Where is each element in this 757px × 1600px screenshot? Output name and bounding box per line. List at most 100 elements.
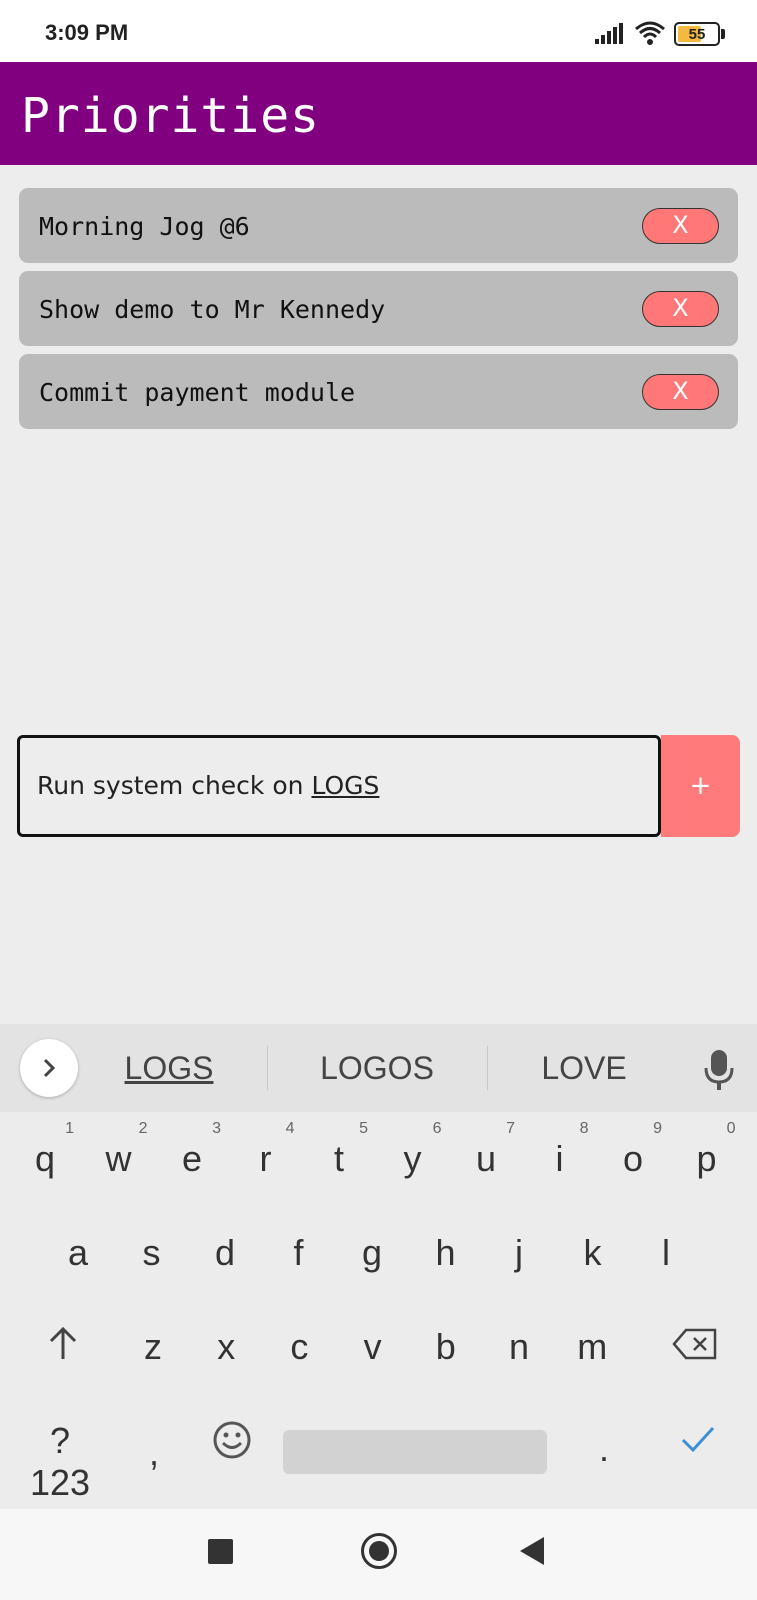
emoji-key[interactable] xyxy=(200,1394,264,1484)
done-key[interactable] xyxy=(666,1394,730,1484)
key-label: l xyxy=(662,1232,670,1273)
shift-key[interactable] xyxy=(38,1300,88,1390)
key-v[interactable]: v xyxy=(340,1300,406,1390)
key-label: m xyxy=(577,1326,608,1367)
delete-task-button[interactable]: X xyxy=(642,291,719,327)
suggestion-item[interactable]: LOVE xyxy=(494,1050,674,1087)
key-hint: 3 xyxy=(212,1120,221,1137)
task-item: Show demo to Mr Kennedy X xyxy=(19,271,738,346)
key-hint: 0 xyxy=(726,1120,736,1137)
key-hint: 6 xyxy=(432,1120,442,1137)
key-w[interactable]: w2 xyxy=(84,1112,154,1202)
key-o[interactable]: o9 xyxy=(598,1112,668,1202)
divider xyxy=(267,1046,268,1090)
key-label: f xyxy=(293,1232,304,1273)
key-label: n xyxy=(508,1326,530,1367)
key-a[interactable]: a xyxy=(45,1206,111,1296)
period-key[interactable]: . xyxy=(572,1394,636,1484)
divider xyxy=(487,1046,488,1090)
key-h[interactable]: h xyxy=(413,1206,479,1296)
key-k[interactable]: k xyxy=(560,1206,626,1296)
suggestion-item[interactable]: LOGS xyxy=(79,1050,259,1087)
status-time: 3:09 PM xyxy=(45,20,129,45)
app-bar: Priorities xyxy=(0,62,757,165)
key-c[interactable]: c xyxy=(266,1300,332,1390)
wifi-icon xyxy=(635,21,665,45)
key-label: p xyxy=(696,1138,717,1179)
space-bar[interactable] xyxy=(283,1430,547,1474)
key-label: y xyxy=(403,1138,422,1179)
key-label: k xyxy=(583,1232,602,1273)
task-item: Morning Jog @6 X xyxy=(19,188,738,263)
emoji-icon xyxy=(213,1421,251,1459)
key-l[interactable]: l xyxy=(633,1206,699,1296)
key-label: t xyxy=(333,1138,344,1179)
key-p[interactable]: p0 xyxy=(672,1112,742,1202)
chevron-right-icon xyxy=(43,1058,56,1078)
comma-key[interactable]: , xyxy=(122,1394,186,1484)
key-q[interactable]: q1 xyxy=(10,1112,80,1202)
navigation-bar xyxy=(0,1509,757,1600)
key-hint: 7 xyxy=(506,1120,515,1137)
key-m[interactable]: m xyxy=(559,1300,625,1390)
key-label: d xyxy=(214,1232,236,1273)
key-label: c xyxy=(290,1326,309,1367)
key-label: z xyxy=(144,1326,162,1367)
task-list: Morning Jog @6 X Show demo to Mr Kennedy… xyxy=(19,188,738,437)
key-x[interactable]: x xyxy=(193,1300,259,1390)
back-icon[interactable] xyxy=(520,1537,544,1565)
key-n[interactable]: n xyxy=(486,1300,552,1390)
key-t[interactable]: t5 xyxy=(304,1112,374,1202)
key-z[interactable]: z xyxy=(120,1300,186,1390)
key-label: h xyxy=(435,1232,456,1273)
key-e[interactable]: e3 xyxy=(157,1112,227,1202)
delete-task-button[interactable]: X xyxy=(642,374,719,410)
key-label: q xyxy=(34,1138,56,1179)
task-text: Show demo to Mr Kennedy xyxy=(39,295,386,324)
new-task-input[interactable]: Run system check on LOGS xyxy=(17,735,661,837)
recents-icon[interactable] xyxy=(208,1539,233,1564)
battery-icon: 55 xyxy=(674,22,726,46)
key-label: g xyxy=(361,1232,383,1273)
task-text: Commit payment module xyxy=(39,378,356,407)
period-key-label: . xyxy=(598,1428,609,1469)
key-label: w xyxy=(105,1138,132,1179)
key-hint: 9 xyxy=(653,1120,662,1137)
key-hint: 4 xyxy=(285,1120,295,1137)
add-task-button[interactable]: + xyxy=(661,735,740,837)
suggestion-bar: LOGS LOGOS LOVE xyxy=(0,1024,757,1112)
backspace-key[interactable] xyxy=(666,1300,726,1390)
comma-key-label: , xyxy=(148,1432,159,1473)
key-label: a xyxy=(67,1232,89,1273)
delete-task-button[interactable]: X xyxy=(642,208,719,244)
key-s[interactable]: s xyxy=(119,1206,185,1296)
key-i[interactable]: i8 xyxy=(525,1112,595,1202)
key-label: e xyxy=(181,1138,203,1179)
symbols-key-label: ?123 xyxy=(29,1420,91,1503)
symbols-key[interactable]: ?123 xyxy=(20,1394,100,1503)
signal-icon xyxy=(595,23,623,44)
key-r[interactable]: r4 xyxy=(231,1112,301,1202)
key-hint: 5 xyxy=(359,1120,368,1137)
expand-toolbar-button[interactable] xyxy=(20,1039,78,1097)
input-composing-text: LOGS xyxy=(311,771,380,800)
suggestion-item[interactable]: LOGOS xyxy=(287,1050,467,1087)
key-label: v xyxy=(363,1326,382,1367)
page-title: Priorities xyxy=(21,88,320,144)
task-text: Morning Jog @6 xyxy=(39,212,250,241)
battery-level: 55 xyxy=(688,26,706,43)
microphone-icon[interactable] xyxy=(702,1048,736,1092)
key-u[interactable]: u7 xyxy=(451,1112,521,1202)
key-f[interactable]: f xyxy=(266,1206,332,1296)
home-icon[interactable] xyxy=(361,1533,397,1569)
key-g[interactable]: g xyxy=(339,1206,405,1296)
key-label: o xyxy=(622,1138,644,1179)
key-d[interactable]: d xyxy=(192,1206,258,1296)
key-y[interactable]: y6 xyxy=(378,1112,448,1202)
check-icon xyxy=(681,1426,715,1453)
status-bar: 3:09 PM 55 xyxy=(0,0,757,62)
key-b[interactable]: b xyxy=(413,1300,479,1390)
key-label: s xyxy=(142,1232,161,1273)
key-j[interactable]: j xyxy=(486,1206,552,1296)
key-label: b xyxy=(435,1326,456,1367)
